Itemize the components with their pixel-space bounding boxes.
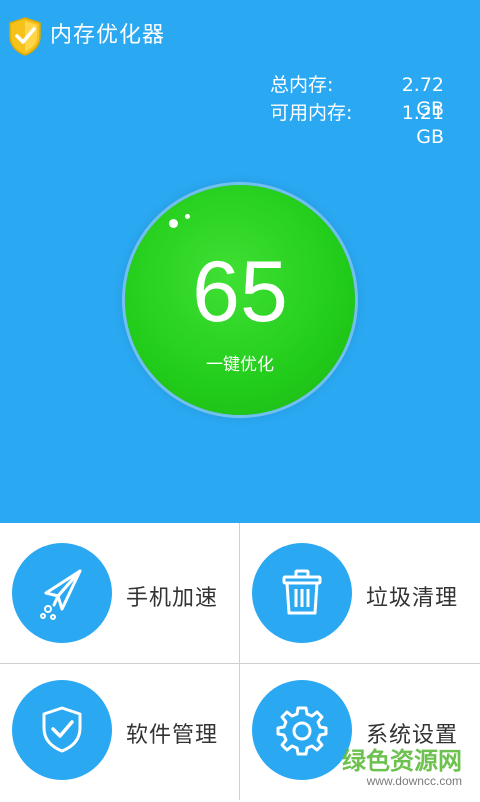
- app-manager-tile[interactable]: 软件管理: [0, 664, 239, 802]
- shield-check-icon: [8, 16, 42, 56]
- app-manager-label: 软件管理: [126, 723, 219, 748]
- phone-boost-tile[interactable]: 手机加速: [0, 523, 239, 661]
- junk-clean-tile[interactable]: 垃圾清理: [240, 523, 479, 661]
- one-key-optimize-label: 一键优化: [206, 355, 274, 375]
- available-memory-label: 可用内存:: [270, 102, 353, 124]
- orb-highlight-small: [185, 214, 190, 219]
- header-panel: 内存优化器 总内存: 2.72 GB 可用内存: 1.21 GB 65 一键优化: [0, 0, 480, 523]
- orb-highlight: [169, 219, 178, 228]
- phone-boost-label: 手机加速: [126, 586, 219, 611]
- available-memory-row: 可用内存: 1.21 GB: [270, 101, 444, 149]
- watermark-url-text: www.downcc.com: [366, 774, 462, 788]
- trash-bin-icon: [252, 543, 352, 643]
- shield-check-icon: [12, 680, 112, 780]
- junk-clean-label: 垃圾清理: [366, 586, 459, 611]
- gear-icon: [252, 680, 352, 780]
- watermark-main-text: 绿色资源网: [342, 747, 462, 775]
- system-settings-label: 系统设置: [366, 723, 459, 748]
- paper-plane-icon: [12, 543, 112, 643]
- available-memory-value: 1.21 GB: [401, 102, 444, 148]
- memory-score: 65: [192, 244, 288, 340]
- app-title: 内存优化器: [50, 23, 166, 48]
- site-watermark: 绿色资源网 www.downcc.com: [342, 748, 462, 788]
- one-key-optimize-button[interactable]: 65 一键优化: [125, 185, 355, 415]
